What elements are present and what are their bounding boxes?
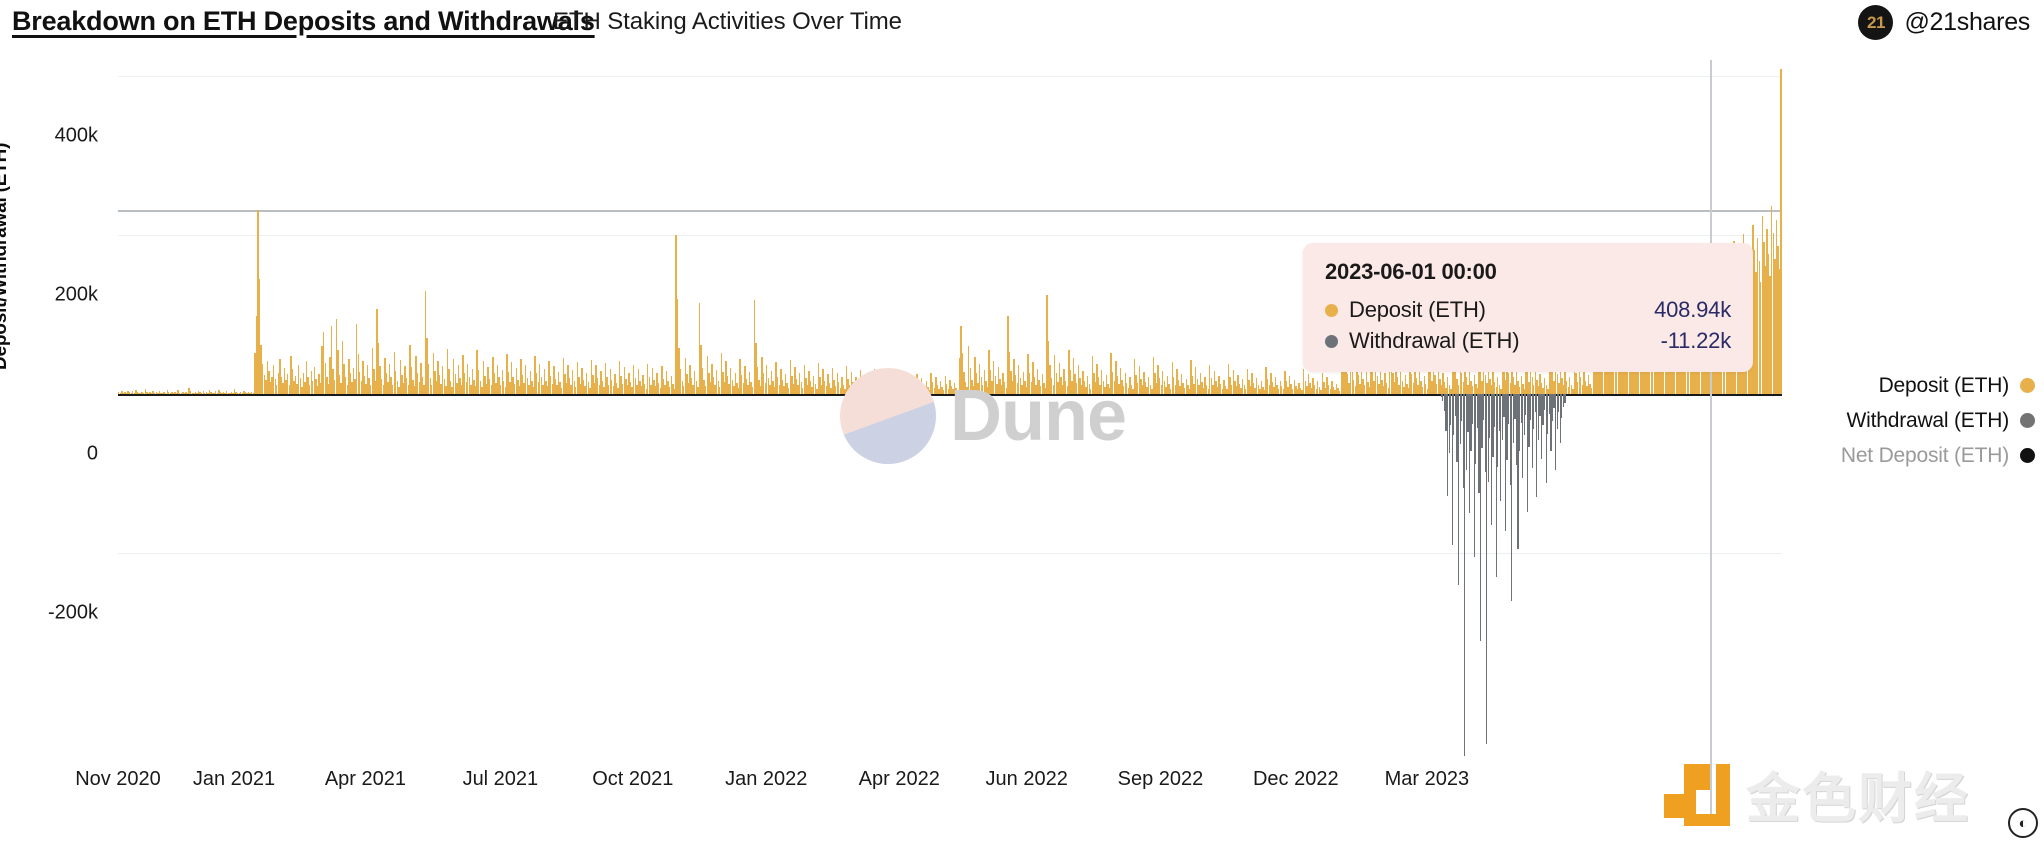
- brand-handle: @21shares: [1904, 8, 2030, 36]
- chart-page: Breakdown on ETH Deposits and Withdrawal…: [0, 0, 2044, 842]
- y-axis-title: Deposit/Withdrawal (ETH): [0, 142, 11, 370]
- x-tick-label: Jul 2021: [462, 768, 539, 790]
- x-tick-label: Jan 2022: [725, 768, 808, 790]
- series-color-dot-icon: [1325, 334, 1338, 348]
- dune-logo-icon: [840, 368, 936, 464]
- deposit-bar[interactable]: [1780, 68, 1782, 395]
- hover-tooltip: 2023-06-01 00:00 Deposit (ETH) 408.94k Wit…: [1303, 243, 1753, 372]
- dune-watermark-text: Dune: [950, 376, 1127, 456]
- jinse-badge-icon: ◐: [2008, 808, 2038, 838]
- legend-item[interactable]: Deposit (ETH): [1795, 368, 2035, 403]
- page-subtitle: ETH Staking Activities Over Time: [553, 8, 902, 35]
- tooltip-series-value: -11.22k: [1660, 328, 1732, 353]
- x-tick-label: Sep 2022: [1117, 768, 1204, 790]
- jinse-watermark: 金色财经: [1664, 764, 1970, 826]
- dune-watermark: Dune: [840, 368, 1127, 464]
- tooltip-date: 2023-06-01 00:00: [1325, 259, 1497, 284]
- legend-color-dot-icon: [2020, 378, 2035, 393]
- page-title: Breakdown on ETH Deposits and Withdrawal…: [12, 6, 595, 36]
- x-tick-label: Oct 2021: [592, 768, 674, 790]
- tooltip-series-value: 408.94k: [1654, 297, 1731, 322]
- legend-item-label: Withdrawal (ETH): [1846, 408, 2010, 432]
- y-tick-label: 0: [86, 442, 98, 465]
- x-tick-label: Dec 2022: [1252, 768, 1339, 790]
- tooltip-series-label: Deposit (ETH): [1349, 297, 1486, 322]
- x-tick-label: Apr 2022: [858, 768, 940, 790]
- legend-item[interactable]: Withdrawal (ETH): [1795, 403, 2035, 438]
- jinse-watermark-text: 金色财经: [1746, 767, 1970, 830]
- tooltip-row: Withdrawal (ETH) -11.22k: [1325, 328, 1731, 354]
- legend-color-dot-icon: [2020, 413, 2035, 428]
- x-tick-label: Apr 2021: [324, 768, 407, 790]
- legend-item-label: Deposit (ETH): [1878, 373, 2010, 397]
- withdrawal-bar[interactable]: [1564, 394, 1566, 403]
- y-axis: Deposit/Withdrawal (ETH) 400k 200k 0 -200k: [0, 60, 108, 760]
- tooltip-rows: Deposit (ETH) 408.94k Withdrawal (ETH) -11.…: [1325, 297, 1731, 354]
- x-tick-label: Jan 2021: [192, 768, 276, 790]
- tooltip-series-label: Withdrawal (ETH): [1349, 328, 1520, 353]
- jinse-logo-icon: [1664, 764, 1730, 826]
- brand-logo-icon: 21: [1858, 5, 1894, 40]
- x-axis-tick-labels: Nov 2020 Jan 2021 Apr 2021 Jul 2021 Oct 2021…: [75, 768, 1782, 802]
- hover-cursor-line: [1709, 60, 1712, 822]
- x-tick-label: Jun 2022: [985, 768, 1068, 790]
- x-tick-label: Nov 2020: [75, 768, 161, 790]
- page-header: Breakdown on ETH Deposits and Withdrawal…: [0, 0, 2044, 48]
- y-tick-label: 400k: [54, 124, 98, 147]
- y-tick-label: -200k: [47, 601, 98, 624]
- legend-item[interactable]: Net Deposit (ETH): [1795, 438, 2035, 473]
- tooltip-row: Deposit (ETH) 408.94k: [1325, 297, 1731, 323]
- y-tick-label: 200k: [54, 283, 98, 306]
- series-color-dot-icon: [1325, 303, 1338, 317]
- legend-color-dot-icon: [2020, 448, 2035, 463]
- x-tick-label: Mar 2023: [1384, 768, 1470, 790]
- brand-attribution: 21 @21shares: [1858, 5, 2030, 40]
- legend-item-label: Net Deposit (ETH): [1840, 443, 2009, 467]
- chart-legend[interactable]: Deposit (ETH) Withdrawal (ETH) Net Deposit…: [1795, 368, 2035, 473]
